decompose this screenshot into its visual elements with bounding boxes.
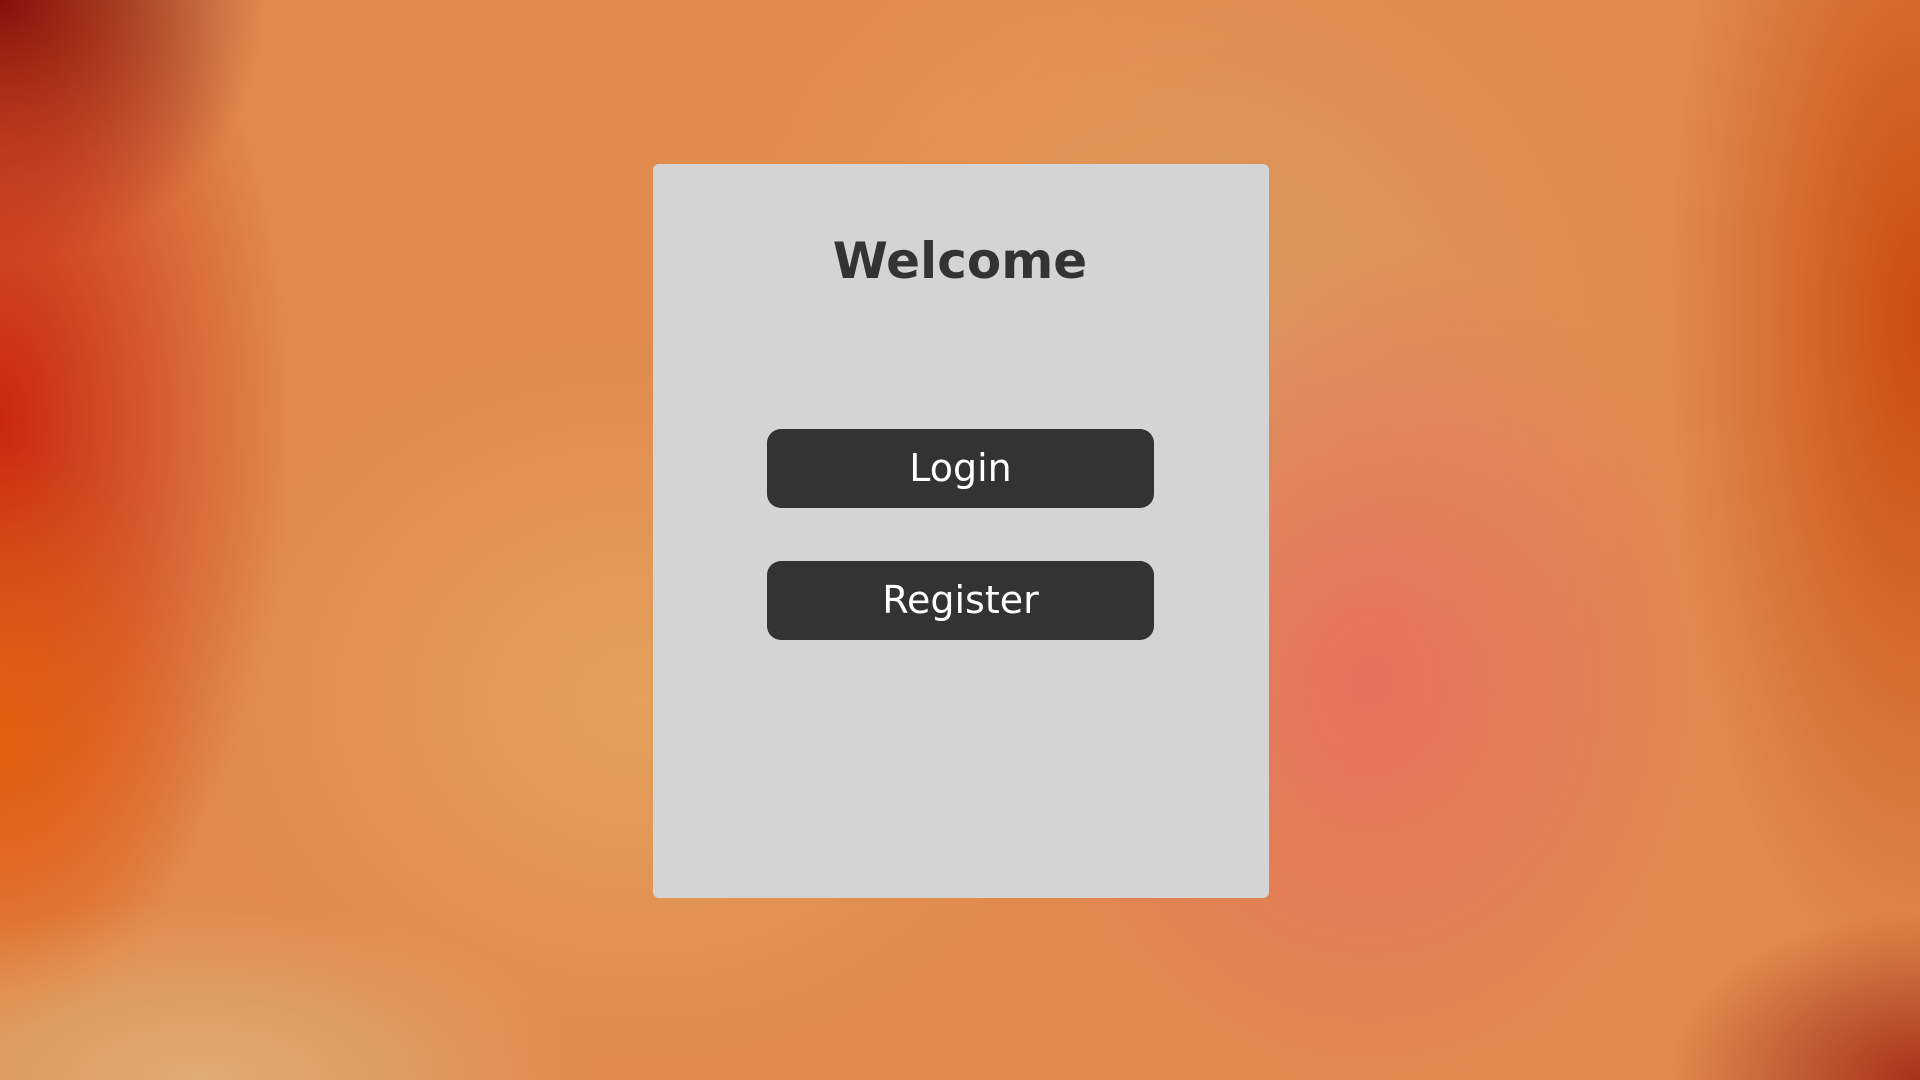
login-button[interactable]: Login — [767, 429, 1154, 508]
welcome-title: Welcome — [832, 232, 1088, 290]
register-button[interactable]: Register — [767, 561, 1154, 640]
page-background: { "card": { "title": "Welcome" }, "actio… — [0, 0, 1920, 1080]
